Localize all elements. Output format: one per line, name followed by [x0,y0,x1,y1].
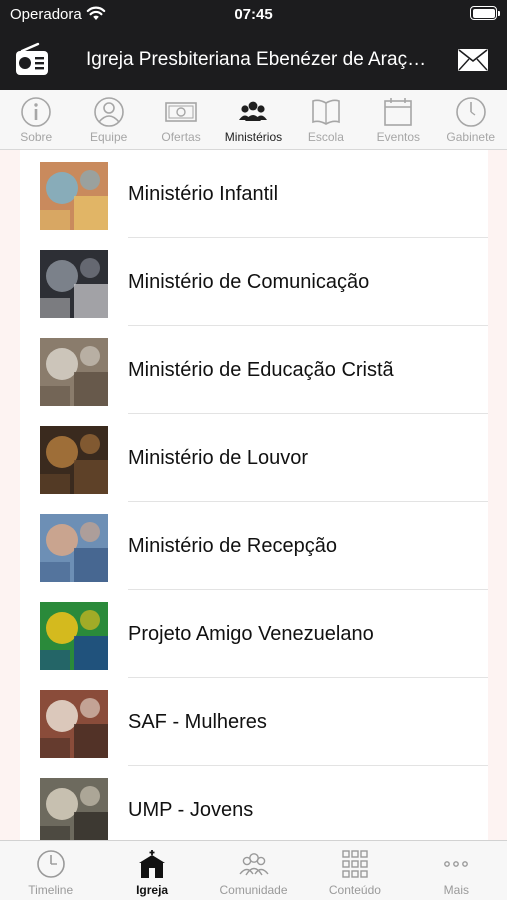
ministry-thumbnail [40,778,108,840]
ministry-row[interactable]: Ministério Infantil [20,150,488,238]
top-tab-bar: Sobre Equipe Ofertas Ministérios Escola … [0,90,507,150]
radio-icon[interactable] [14,42,50,78]
ministry-name: UMP - Jovens [128,799,254,821]
more-icon [444,861,469,867]
tab-label: Ofertas [161,130,201,144]
tab-label: Igreja [136,883,169,897]
tab-eventos[interactable]: Eventos [362,90,434,149]
ministry-list: Ministério Infantil Ministério de Comunic… [20,150,488,840]
tab-gabinete[interactable]: Gabinete [435,90,507,149]
clock-icon [36,850,65,878]
tab-sobre[interactable]: Sobre [0,90,72,149]
church-icon [139,850,166,878]
ministry-name: SAF - Mulheres [128,711,267,733]
ministry-row[interactable]: Ministério de Louvor [20,414,488,502]
tab-equipe[interactable]: Equipe [72,90,144,149]
bottom-tab-bar: Timeline Igreja Comunidade Conteúdo Mais [0,840,507,900]
grid-icon [342,850,368,878]
status-bar: Operadora 07:45 [0,0,507,30]
clock-icon [455,97,486,127]
ministry-thumbnail [40,602,108,670]
money-icon [165,102,197,122]
tab-label: Escola [307,130,344,144]
people-icon [238,853,269,876]
tab-mais[interactable]: Mais [406,841,507,900]
info-icon [21,97,52,127]
ministry-row[interactable]: UMP - Jovens [20,766,488,840]
tab-label: Comunidade [219,883,288,897]
person-icon [93,97,124,127]
tab-igreja[interactable]: Igreja [101,841,202,900]
tab-comunidade[interactable]: Comunidade [203,841,304,900]
tab-ofertas[interactable]: Ofertas [145,90,217,149]
tab-label: Equipe [89,130,128,144]
tab-escola[interactable]: Escola [290,90,362,149]
ministry-name: Ministério de Comunicação [128,271,370,293]
tab-label: Eventos [376,130,420,144]
ministry-name: Ministério de Recepção [128,535,337,557]
ministry-name: Projeto Amigo Venezuelano [128,623,374,645]
mail-icon[interactable] [457,47,489,73]
ministry-name: Ministério de Louvor [128,447,309,469]
ministry-name: Ministério de Educação Cristã [128,359,394,381]
group-icon [239,101,268,121]
tab-label: Sobre [20,130,53,144]
ministry-thumbnail [40,690,108,758]
ministry-thumbnail [40,426,108,494]
clock-time: 07:45 [234,6,273,23]
tab-timeline[interactable]: Timeline [0,841,101,900]
tab-conteudo[interactable]: Conteúdo [304,841,405,900]
ministry-thumbnail [40,250,108,318]
ministry-thumbnail [40,162,108,230]
tab-label: Conteúdo [328,883,381,897]
ministry-name: Ministério Infantil [128,183,279,205]
battery-icon [470,6,500,20]
app-title: Igreja Presbiteriana Ebenézer de Araçatu… [86,49,436,70]
ministry-row[interactable]: Ministério de Educação Cristã [20,326,488,414]
ministry-row[interactable]: Ministério de Comunicação [20,238,488,326]
tab-label: Ministérios [224,130,283,144]
ministry-thumbnail [40,338,108,406]
nav-bar: Igreja Presbiteriana Ebenézer de Araçatu… [0,30,507,90]
ministry-row[interactable]: Ministério de Recepção [20,502,488,590]
ministry-row[interactable]: SAF - Mulheres [20,678,488,766]
calendar-icon [384,98,413,126]
tab-ministerios[interactable]: Ministérios [217,90,289,149]
ministry-row[interactable]: Projeto Amigo Venezuelano [20,590,488,678]
tab-label: Mais [443,883,469,897]
book-icon [312,99,340,125]
tab-label: Gabinete [446,130,496,144]
tab-label: Timeline [28,883,74,897]
ministry-thumbnail [40,514,108,582]
